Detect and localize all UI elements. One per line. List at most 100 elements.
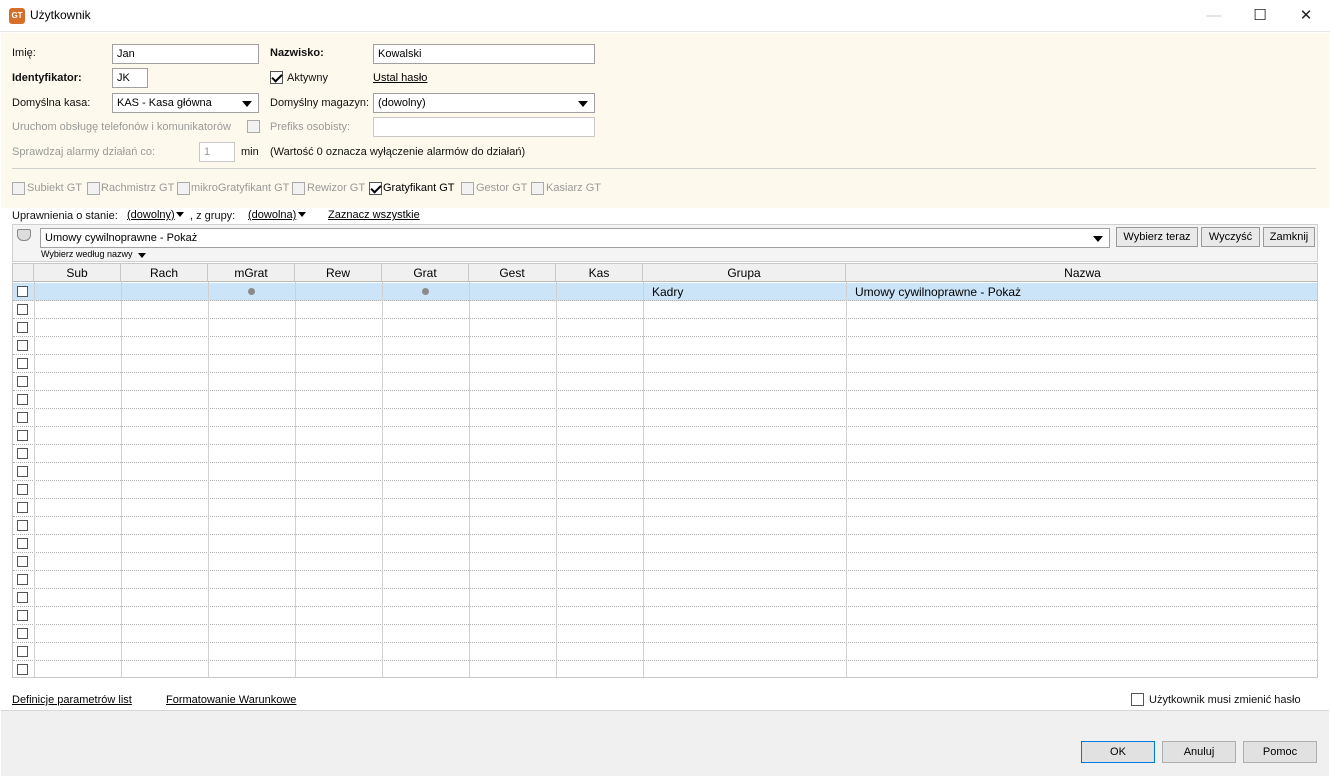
grid-header: Sub Rach mGrat Rew Grat Gest Kas Grupa N… xyxy=(13,264,1317,282)
row-checkbox[interactable] xyxy=(17,520,28,531)
grid-divider xyxy=(121,282,122,677)
must-change-password-checkbox[interactable] xyxy=(1131,693,1144,706)
header-sub[interactable]: Sub xyxy=(34,264,121,282)
module-label: Rewizor GT xyxy=(307,182,366,194)
row-checkbox[interactable] xyxy=(17,448,28,459)
module-label: mikroGratyfikant GT xyxy=(191,182,290,194)
module-checkbox[interactable] xyxy=(292,182,305,195)
active-label: Aktywny xyxy=(287,72,328,84)
row-checkbox[interactable] xyxy=(17,340,28,351)
chevron-down-icon xyxy=(298,212,306,217)
grid-divider xyxy=(295,282,296,677)
close-search-button[interactable]: Zamknij xyxy=(1263,227,1315,247)
default-warehouse-select[interactable]: (dowolny) xyxy=(373,93,595,113)
chevron-down-icon xyxy=(138,253,146,258)
group-filter-label: , z grupy: xyxy=(190,210,236,222)
alarm-interval-input[interactable]: 1 xyxy=(199,142,235,162)
identifier-input[interactable]: JK xyxy=(112,68,148,88)
grid-divider xyxy=(846,282,847,677)
row-checkbox[interactable] xyxy=(17,538,28,549)
ok-button[interactable]: OK xyxy=(1081,741,1155,763)
module-checkbox[interactable] xyxy=(87,182,100,195)
header-nazwa[interactable]: Nazwa xyxy=(846,264,1317,282)
clear-button[interactable]: Wyczyść xyxy=(1201,227,1260,247)
search-value: Umowy cywilnoprawne - Pokaż xyxy=(45,232,198,244)
header-grat[interactable]: Grat xyxy=(382,264,469,282)
row-checkbox[interactable] xyxy=(17,556,28,567)
default-warehouse-value: (dowolny) xyxy=(378,97,426,109)
chevron-down-icon xyxy=(176,212,184,217)
row-checkbox[interactable] xyxy=(17,628,28,639)
alarm-unit: min xyxy=(241,146,259,158)
row-checkbox[interactable] xyxy=(17,574,28,585)
cancel-button[interactable]: Anuluj xyxy=(1162,741,1236,763)
header-checkbox-col[interactable] xyxy=(13,264,34,282)
module-checkbox[interactable] xyxy=(12,182,25,195)
list-params-link[interactable]: Definicje parametrów list xyxy=(12,694,132,706)
row-checkbox[interactable] xyxy=(17,322,28,333)
active-checkbox[interactable] xyxy=(270,71,283,84)
row-checkbox[interactable] xyxy=(17,286,28,297)
default-warehouse-label: Domyślny magazyn: xyxy=(270,97,370,109)
identifier-label: Identyfikator: xyxy=(12,72,82,84)
row-checkbox[interactable] xyxy=(17,358,28,369)
default-cash-select[interactable]: KAS - Kasa główna xyxy=(112,93,259,113)
set-password-link[interactable]: Ustal hasło xyxy=(373,72,427,84)
permission-dot-icon[interactable] xyxy=(248,288,255,295)
header-grupa[interactable]: Grupa xyxy=(643,264,846,282)
alarm-check-label: Sprawdzaj alarmy działań co: xyxy=(12,146,156,158)
first-name-input[interactable]: Jan xyxy=(112,44,259,64)
last-name-input[interactable]: Kowalski xyxy=(373,44,595,64)
search-by-dropdown[interactable]: Wybierz według nazwy xyxy=(41,249,132,259)
permissions-grid: Sub Rach mGrat Rew Grat Gest Kas Grupa N… xyxy=(12,263,1318,678)
title-bar xyxy=(0,0,1330,32)
filter-icon[interactable] xyxy=(17,229,31,241)
row-checkbox[interactable] xyxy=(17,394,28,405)
conditional-formatting-link[interactable]: Formatowanie Warunkowe xyxy=(166,694,296,706)
window-title: Użytkownik xyxy=(30,8,91,22)
module-checkbox[interactable] xyxy=(531,182,544,195)
alarm-note: (Wartość 0 oznacza wyłączenie alarmów do… xyxy=(270,146,526,158)
phone-service-checkbox[interactable] xyxy=(247,120,260,133)
header-kas[interactable]: Kas xyxy=(556,264,643,282)
personal-prefix-label: Prefiks osobisty: xyxy=(270,121,351,133)
must-change-password-label: Użytkownik musi zmienić hasło xyxy=(1149,694,1301,706)
module-label: Gestor GT xyxy=(476,182,528,194)
module-label: Rachmistrz GT xyxy=(101,182,175,194)
group-filter-dropdown[interactable]: (dowolna) xyxy=(248,209,296,221)
select-now-button[interactable]: Wybierz teraz xyxy=(1116,227,1198,247)
row-checkbox[interactable] xyxy=(17,664,28,675)
header-gest[interactable]: Gest xyxy=(469,264,556,282)
header-rew[interactable]: Rew xyxy=(295,264,382,282)
row-checkbox[interactable] xyxy=(17,502,28,513)
row-checkbox[interactable] xyxy=(17,304,28,315)
personal-prefix-input[interactable] xyxy=(373,117,595,137)
module-checkbox[interactable] xyxy=(461,182,474,195)
row-checkbox[interactable] xyxy=(17,430,28,441)
search-select[interactable]: Umowy cywilnoprawne - Pokaż xyxy=(40,228,1110,248)
header-mgrat[interactable]: mGrat xyxy=(208,264,295,282)
row-checkbox[interactable] xyxy=(17,376,28,387)
row-checkbox[interactable] xyxy=(17,592,28,603)
module-checkbox[interactable] xyxy=(177,182,190,195)
module-checkbox[interactable] xyxy=(369,182,382,195)
module-label: Kasiarz GT xyxy=(546,182,602,194)
row-checkbox[interactable] xyxy=(17,646,28,657)
close-icon[interactable]: ✕ xyxy=(1283,0,1329,31)
select-all-link[interactable]: Zaznacz wszystkie xyxy=(328,209,420,221)
app-icon: GT xyxy=(9,8,25,24)
maximize-icon[interactable]: ☐ xyxy=(1237,0,1283,31)
help-button[interactable]: Pomoc xyxy=(1243,741,1317,763)
grid-divider xyxy=(643,282,644,677)
module-label: Gratyfikant GT xyxy=(383,182,455,194)
minimize-icon[interactable]: — xyxy=(1191,0,1237,31)
permission-dot-icon[interactable] xyxy=(422,288,429,295)
row-checkbox[interactable] xyxy=(17,466,28,477)
row-checkbox[interactable] xyxy=(17,412,28,423)
row-checkbox[interactable] xyxy=(17,610,28,621)
header-rach[interactable]: Rach xyxy=(121,264,208,282)
default-cash-label: Domyślna kasa: xyxy=(12,97,91,109)
row-checkbox[interactable] xyxy=(17,484,28,495)
state-filter-dropdown[interactable]: (dowolny) xyxy=(127,209,175,221)
grid-divider xyxy=(469,282,470,677)
